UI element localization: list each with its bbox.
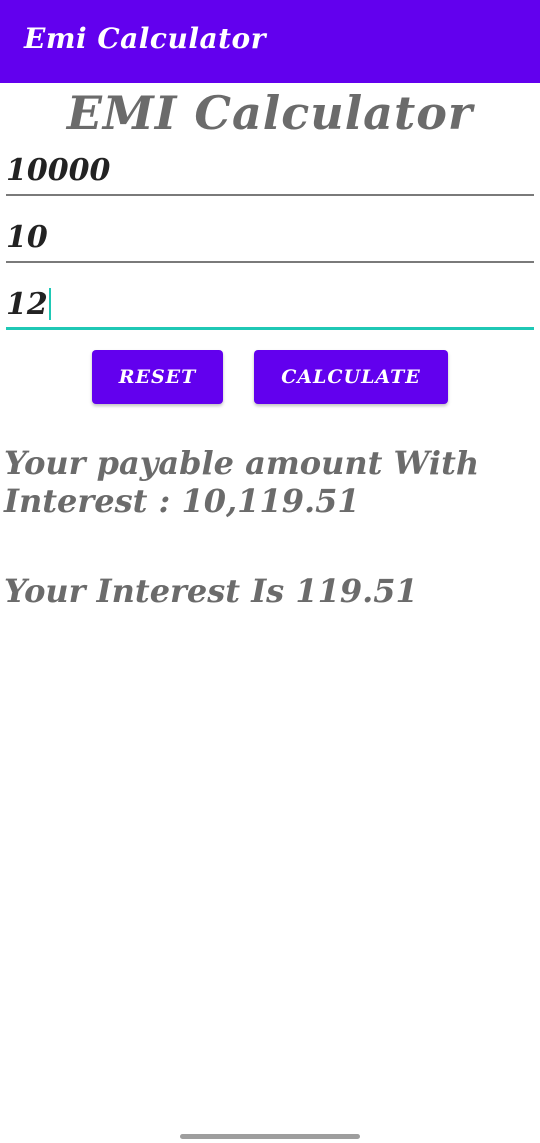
tenure-underline: [6, 327, 534, 330]
app-bar: Emi Calculator: [0, 0, 540, 83]
tenure-input[interactable]: 12: [6, 287, 48, 322]
tenure-input-wrap[interactable]: 12: [6, 287, 526, 322]
calculate-button[interactable]: CALCULATE: [254, 350, 448, 404]
page-heading: EMI Calculator: [66, 86, 474, 140]
rate-underline: [6, 261, 534, 263]
interest-amount-text: Your Interest Is 119.51: [4, 572, 418, 610]
reset-button[interactable]: RESET: [92, 350, 223, 404]
principal-field[interactable]: 10000: [6, 146, 534, 196]
principal-underline: [6, 194, 534, 196]
app-bar-title: Emi Calculator: [24, 22, 266, 55]
emi-calculator-screen: Emi Calculator EMI Calculator 10000 10 1…: [0, 0, 540, 1143]
rate-field[interactable]: 10: [6, 213, 534, 263]
text-cursor: [48, 288, 51, 320]
tenure-field[interactable]: 12: [6, 280, 534, 330]
payable-amount-text: Your payable amount With Interest : 10,1…: [4, 444, 480, 520]
principal-input[interactable]: 10000: [6, 153, 526, 188]
rate-input[interactable]: 10: [6, 220, 526, 255]
gesture-nav-handle[interactable]: [180, 1134, 360, 1139]
